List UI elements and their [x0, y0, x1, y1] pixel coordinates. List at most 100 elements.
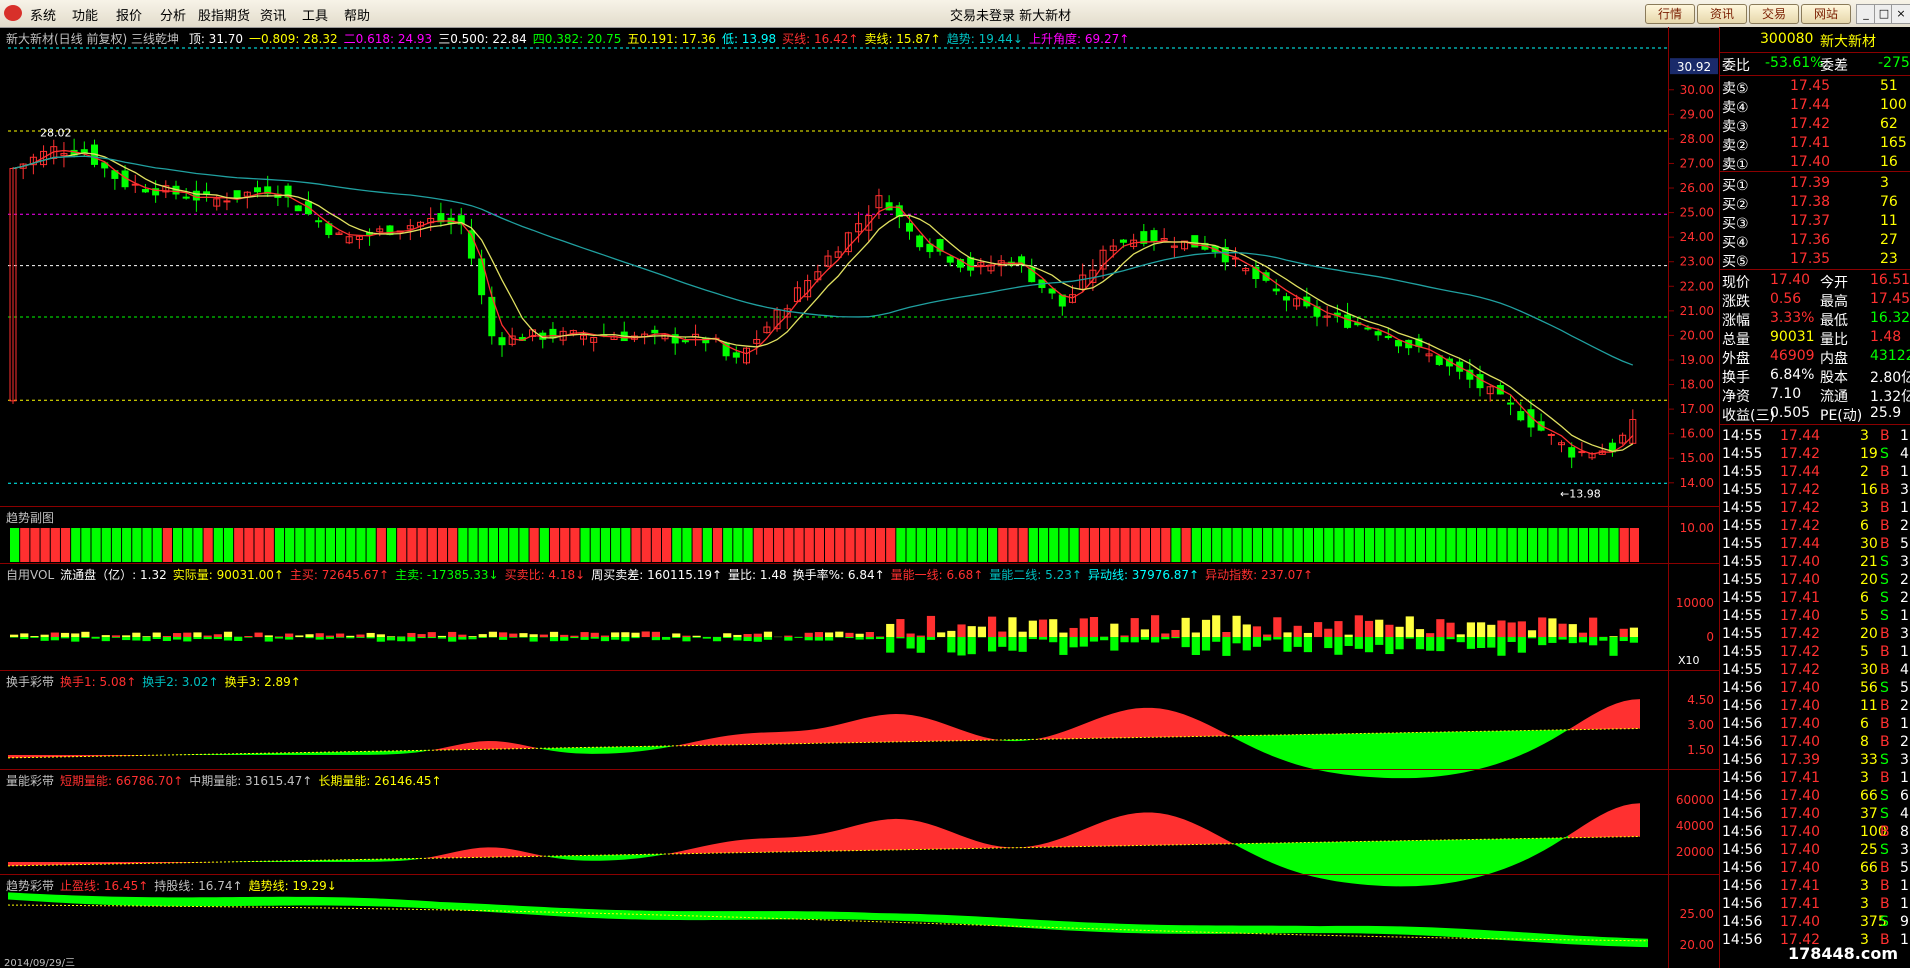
volume-bar — [1263, 634, 1272, 637]
ribbon-segment — [1584, 820, 1592, 838]
candle-body — [1384, 335, 1392, 339]
volume-bar — [397, 637, 406, 642]
trend-bar — [1018, 528, 1028, 562]
stat-label: 净资 — [1722, 389, 1750, 405]
ribbon-segment — [928, 823, 936, 850]
ribbon-segment — [1160, 813, 1168, 846]
volume-bar — [193, 637, 202, 640]
volume-bar — [223, 637, 233, 641]
website-button[interactable]: 网站 — [1801, 4, 1851, 24]
volume-bar — [1487, 637, 1496, 648]
volume-bar — [570, 635, 579, 637]
ribbon-segment — [888, 713, 896, 743]
trend-bar — [478, 528, 488, 562]
ribbon-segment — [1352, 841, 1360, 885]
trend-bar — [1008, 528, 1018, 562]
candle-body — [315, 220, 323, 223]
ribbon-segment — [520, 850, 528, 857]
ribbon-segment — [1088, 719, 1096, 739]
ribbon-segment — [1544, 730, 1552, 744]
tick-price: 17.40 — [1780, 788, 1821, 804]
turnover-panel-legend: 换手彩带 换手1: 5.08↑ 换手2: 3.02↑ 换手3: 2.89↑ — [6, 673, 307, 690]
stat-value: 0.505 — [1770, 405, 1811, 421]
volume-bar — [1059, 632, 1068, 637]
stat-value: 17.45 — [1870, 291, 1910, 307]
volume-bar — [957, 624, 966, 637]
close-icon[interactable]: × — [1891, 4, 1910, 24]
volume-bar — [621, 632, 630, 637]
chart-canvas[interactable]: 30.00 29.00 28.00 27.00 26.00 25.00 24.00 23.00… — [0, 0, 1720, 968]
volume-bar — [60, 632, 70, 637]
trade-button[interactable]: 交易 — [1749, 4, 1799, 24]
volume-bar — [1405, 637, 1414, 639]
ribbon-segment — [624, 746, 632, 753]
volume-bar — [499, 632, 508, 637]
trend-bar — [549, 528, 560, 562]
candle-body — [192, 190, 200, 201]
tick-side: S — [1880, 842, 1889, 858]
volume-bar — [1028, 637, 1037, 640]
volume-bar — [30, 637, 39, 638]
volume-bar — [132, 637, 141, 641]
tick-volume: 25 — [1860, 842, 1878, 858]
volume-bar — [947, 637, 956, 653]
volume-bar — [1548, 637, 1557, 643]
tick-volume: 3 — [1860, 428, 1869, 444]
bid-volume: 3 — [1880, 175, 1889, 191]
tick-count: 1 — [1900, 878, 1909, 894]
ribbon-segment — [968, 838, 976, 849]
ribbon-segment — [600, 747, 608, 754]
volume-bar — [1252, 626, 1262, 637]
ribbon-segment — [848, 825, 856, 851]
trend-bar — [702, 528, 712, 562]
volume-bar — [631, 632, 640, 637]
ribbon-segment — [1144, 812, 1152, 846]
price-tick-label: 20.00 — [1680, 328, 1714, 342]
volume-bar — [437, 637, 447, 639]
volume-bar — [274, 636, 284, 637]
ribbon-segment — [576, 747, 584, 754]
bid-label: 买③ — [1722, 216, 1749, 232]
volume-bar — [142, 636, 151, 637]
ribbon-segment — [1048, 734, 1056, 740]
trend-bar — [621, 528, 631, 562]
ribbon-segment — [496, 847, 504, 858]
volume-bar — [1151, 637, 1160, 643]
stat-value: 7.10 — [1770, 386, 1802, 402]
volume-bar — [743, 633, 752, 637]
tick-side: B — [1880, 626, 1890, 642]
volume-bar — [1548, 618, 1557, 637]
tick-count: 1 — [1900, 932, 1909, 948]
weibi-value: -53.61% — [1765, 55, 1824, 71]
trend-bar — [916, 528, 926, 562]
volume-bar — [1426, 637, 1435, 651]
volume-bar — [865, 632, 874, 637]
volume-bar — [998, 631, 1007, 637]
volume-bar — [437, 635, 447, 637]
ribbon-segment — [1152, 707, 1160, 738]
trend-bar — [1201, 528, 1212, 562]
candle-body — [1364, 327, 1372, 330]
ribbon-segment — [912, 820, 920, 850]
volume-bar — [753, 633, 762, 637]
trend-bar — [244, 528, 254, 562]
ribbon-segment — [1392, 732, 1400, 779]
trend-bar — [417, 528, 427, 562]
tick-count: 1 — [1900, 500, 1909, 516]
volume-bar — [1385, 624, 1394, 637]
tick-price: 17.40 — [1780, 554, 1821, 570]
trend-bar — [1405, 528, 1415, 562]
volume-bar — [1232, 615, 1241, 637]
trend-bar — [1558, 528, 1568, 562]
tick-row: 14:55 17.41 6 S 2 — [1720, 590, 1910, 608]
volume-bar — [1201, 637, 1211, 651]
ribbon-segment — [960, 729, 968, 741]
trend-bar — [692, 528, 702, 562]
minimize-icon[interactable]: _ — [1856, 4, 1876, 24]
band-panel-legend: 趋势彩带 止盈线: 16.45↑ 持股线: 16.74↑ 趋势线: 19.29↓ — [6, 877, 343, 894]
volume-bar — [784, 635, 793, 637]
candle-body — [1568, 447, 1576, 458]
trend-bar — [1232, 528, 1242, 562]
tick-time: 14:56 — [1722, 824, 1763, 840]
volume-bar — [560, 637, 569, 641]
